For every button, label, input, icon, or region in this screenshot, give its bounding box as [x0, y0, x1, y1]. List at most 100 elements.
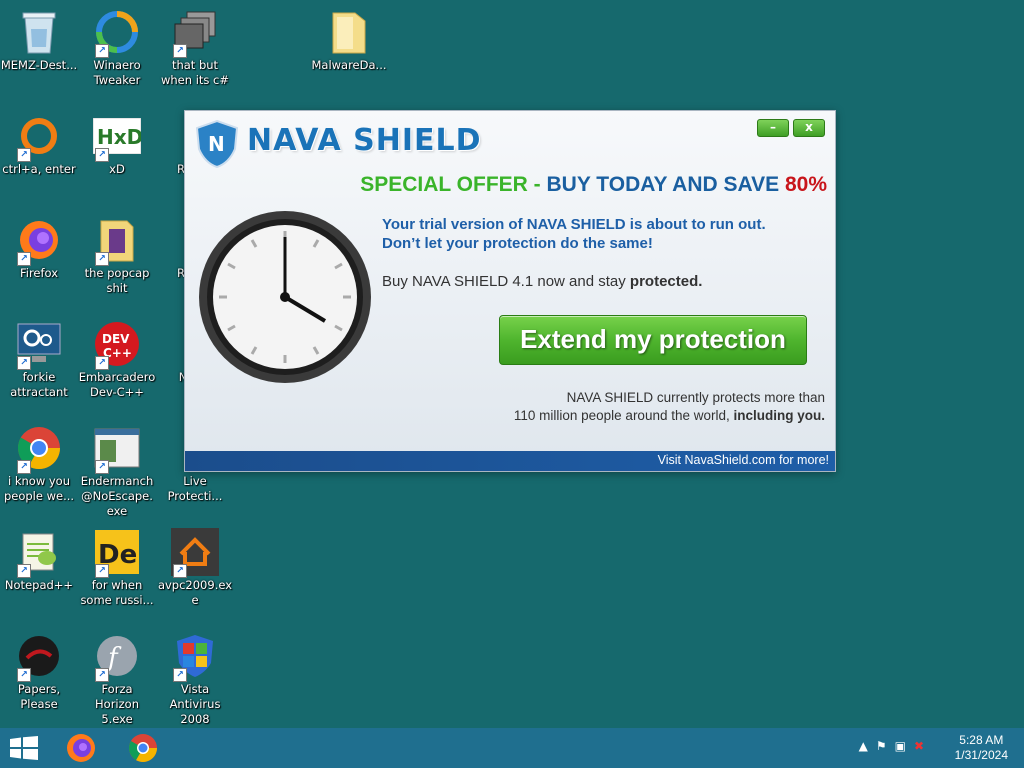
icon-label: avpc2009.exe: [157, 578, 233, 607]
desktop-icon-firefox[interactable]: ↗ Firefox: [0, 212, 78, 281]
volume-muted-icon[interactable]: ✖: [914, 739, 924, 753]
icon-label: i know you people we...: [3, 474, 75, 503]
folder-icon: ↗: [93, 216, 141, 266]
shortcut-arrow-icon: ↗: [17, 564, 31, 578]
icon-label: Winaero Tweaker: [93, 58, 141, 87]
special-offer-headline: SPECIAL OFFER - BUY TODAY AND SAVE 80%: [360, 173, 827, 197]
icon-label: Vista Antivirus 2008: [169, 682, 221, 726]
devcpp-icon: DEV C++ ↗: [93, 320, 141, 370]
icon-label: Live Protecti...: [167, 474, 223, 503]
desktop-icon-forkie[interactable]: ↗ forkie attractant: [0, 316, 78, 400]
shortcut-arrow-icon: ↗: [173, 668, 187, 682]
nava-shield-popup: N NAVA SHIELD – x SPECIAL OFFER - BUY TO…: [184, 110, 836, 472]
shortcut-arrow-icon: ↗: [95, 252, 109, 266]
close-button[interactable]: x: [793, 119, 825, 137]
desktop-icon-popcap[interactable]: ↗ the popcap shit: [78, 212, 156, 296]
shortcut-arrow-icon: ↗: [95, 460, 109, 474]
shortcut-arrow-icon: ↗: [173, 44, 187, 58]
shortcut-arrow-icon: ↗: [17, 252, 31, 266]
icon-label: xD: [109, 162, 125, 176]
desktop-icon-forza[interactable]: f ↗ Forza Horizon 5.exe: [78, 628, 156, 727]
window-app-icon: ↗: [93, 424, 141, 474]
desktop-icon-devcpp[interactable]: DEV C++ ↗ Embarcadero Dev-C++: [78, 316, 156, 400]
clock-time: 5:28 AM: [959, 733, 1004, 747]
folder-icon: [325, 8, 373, 56]
extend-protection-button[interactable]: Extend my protection: [499, 315, 807, 365]
protects-bold: including you.: [733, 408, 826, 423]
desktop-icon-ctrl-a-enter[interactable]: ↗ ctrl+a, enter: [0, 108, 78, 177]
desktop-icon-noescape[interactable]: ↗ Endermanch @NoEscape.exe: [78, 420, 156, 519]
desktop-icon-papers-please[interactable]: ↗ Papers, Please: [0, 628, 78, 712]
protects-message: NAVA SHIELD currently protects more than…: [514, 389, 825, 425]
hxd-icon: HxD ↗: [93, 112, 141, 162]
shortcut-arrow-icon: ↗: [95, 356, 109, 370]
system-tray: ▲ ⚑ ▣ ✖: [859, 739, 924, 753]
buy-bold: protected.: [629, 273, 703, 290]
desktop-icon-avpc2009[interactable]: ↗ avpc2009.exe: [156, 524, 234, 608]
icon-label: MEMZ-Dest...: [0, 58, 78, 72]
windows-shield-icon: ↗: [171, 632, 219, 682]
taskbar-chrome-icon[interactable]: [126, 732, 160, 764]
shortcut-arrow-icon: ↗: [95, 148, 109, 162]
show-hidden-icons-chevron-icon[interactable]: ▲: [859, 739, 868, 753]
shortcut-arrow-icon: ↗: [173, 564, 187, 578]
nava-shield-logo-icon: N: [195, 119, 239, 169]
trial-line-2: Don’t let your protection do the same!: [382, 235, 653, 252]
clock-date: 1/31/2024: [954, 748, 1008, 762]
window-controls: – x: [757, 119, 825, 137]
desktop-icon-memz[interactable]: MEMZ-Dest...: [0, 4, 78, 73]
protects-line-1: NAVA SHIELD currently protects more than: [566, 390, 825, 405]
desktop: MEMZ-Dest... ↗ ctrl+a, enter ↗ Firefox ↗…: [0, 0, 1024, 728]
protects-line-2: 110 million people around the world,: [513, 408, 734, 423]
taskbar: ▲ ⚑ ▣ ✖ 5:28 AM 1/31/2024: [0, 728, 1024, 768]
svg-text:DEV: DEV: [102, 332, 130, 346]
buy-text: Buy NAVA SHIELD 4.1 now and stay: [382, 273, 630, 290]
icon-label: forkie attractant: [10, 370, 68, 399]
icon-label: the popcap shit: [84, 266, 150, 295]
taskbar-clock[interactable]: 5:28 AM 1/31/2024: [955, 733, 1008, 763]
icon-label: Endermanch @NoEscape.exe: [80, 474, 154, 518]
action-center-flag-icon[interactable]: ⚑: [876, 739, 887, 753]
icon-label: Notepad++: [4, 578, 74, 592]
icon-label: for when some russi...: [80, 578, 154, 607]
recycle-bin-icon: [15, 8, 63, 56]
desktop-icon-winaero[interactable]: ↗ Winaero Tweaker: [78, 4, 156, 88]
icon-label: Papers, Please: [17, 682, 61, 711]
icon-label: Firefox: [19, 266, 59, 280]
chrome-icon: ↗: [15, 424, 63, 474]
winaero-icon: ↗: [93, 8, 141, 58]
shortcut-arrow-icon: ↗: [17, 668, 31, 682]
desktop-icon-malwareda[interactable]: MalwareDa...: [310, 4, 388, 73]
svg-text:N: N: [208, 132, 225, 156]
icon-label: ctrl+a, enter: [2, 162, 76, 176]
offer-buy-today: BUY TODAY AND: [546, 173, 724, 196]
firefox-icon: ↗: [15, 216, 63, 266]
monitor-gear-icon: ↗: [15, 320, 63, 370]
icon-label: Embarcadero Dev-C++: [78, 370, 156, 399]
stacked-windows-icon: ↗: [171, 8, 219, 58]
start-button[interactable]: [10, 736, 38, 760]
desktop-icon-vista-antivirus[interactable]: ↗ Vista Antivirus 2008: [156, 628, 234, 727]
offer-label: SPECIAL OFFER -: [360, 173, 547, 196]
clock-icon: [199, 211, 371, 383]
minimize-button[interactable]: –: [757, 119, 789, 137]
trial-warning: Your trial version of NAVA SHIELD is abo…: [382, 215, 766, 253]
desktop-icon-csharp[interactable]: ↗ that but when its c#: [156, 4, 234, 88]
svg-text:HxD: HxD: [97, 125, 141, 149]
desktop-icon-notepadpp[interactable]: ↗ Notepad++: [0, 524, 78, 593]
network-icon[interactable]: ▣: [895, 739, 906, 753]
offer-save: SAVE: [723, 173, 785, 196]
visit-website-link[interactable]: Visit NavaShield.com for more!: [658, 453, 829, 467]
shortcut-arrow-icon: ↗: [95, 564, 109, 578]
taskbar-firefox-icon[interactable]: [64, 732, 98, 764]
desktop-icon-xd[interactable]: HxD ↗ xD: [78, 108, 156, 177]
icon-label: that but when its c#: [160, 58, 230, 87]
icon-label: MalwareDa...: [311, 58, 387, 72]
desktop-icon-russi[interactable]: De ↗ for when some russi...: [78, 524, 156, 608]
papers-please-icon: ↗: [15, 632, 63, 682]
de-icon: De ↗: [93, 528, 141, 578]
shortcut-arrow-icon: ↗: [17, 356, 31, 370]
shortcut-arrow-icon: ↗: [17, 148, 31, 162]
shortcut-arrow-icon: ↗: [17, 460, 31, 474]
desktop-icon-chrome[interactable]: ↗ i know you people we...: [0, 420, 78, 504]
